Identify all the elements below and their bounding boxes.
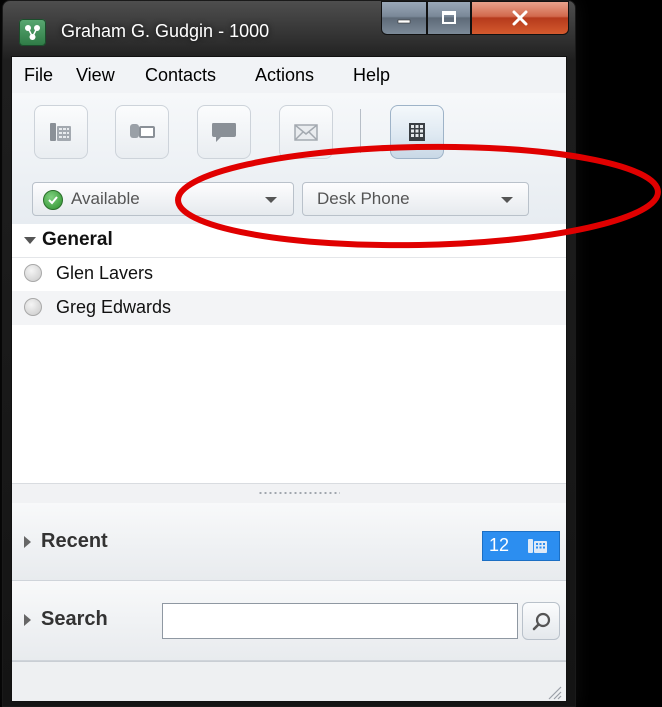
chat-icon xyxy=(212,123,236,142)
pane-splitter[interactable] xyxy=(12,483,566,505)
maximize-icon xyxy=(442,11,456,24)
expand-right-icon[interactable] xyxy=(24,614,31,626)
minimize-button[interactable] xyxy=(381,1,427,35)
contact-name: Greg Edwards xyxy=(56,297,172,317)
presence-offline-icon xyxy=(24,264,42,282)
toolbar-separator xyxy=(360,109,361,153)
drag-grip-icon xyxy=(258,492,340,494)
recent-count: 12 xyxy=(489,535,510,555)
chat-button[interactable] xyxy=(197,105,251,159)
menu-actions[interactable]: Actions xyxy=(255,65,314,86)
search-label: Search xyxy=(41,608,108,630)
search-button[interactable] xyxy=(522,602,560,640)
client-area: File View Contacts Actions Help Availabl… xyxy=(11,56,567,702)
status-bar xyxy=(12,661,566,701)
recent-label: Recent xyxy=(41,530,108,552)
recent-calls-badge[interactable]: 12 xyxy=(482,531,560,561)
group-label: General xyxy=(42,229,113,250)
toolbar: Available Desk Phone xyxy=(12,93,566,225)
phone-icon xyxy=(528,539,547,553)
minimize-icon xyxy=(397,19,411,24)
device-label: Desk Phone xyxy=(317,189,410,208)
video-button[interactable] xyxy=(115,105,169,159)
check-icon xyxy=(43,190,63,210)
search-icon xyxy=(532,612,551,631)
mail-icon xyxy=(294,124,318,141)
expand-right-icon xyxy=(24,536,31,548)
menu-bar: File View Contacts Actions Help xyxy=(12,57,566,94)
maximize-button[interactable] xyxy=(427,1,471,35)
title-bar[interactable]: Graham G. Gudgin - 1000 xyxy=(3,1,575,53)
menu-view[interactable]: View xyxy=(76,65,115,86)
chevron-down-icon xyxy=(501,197,513,203)
presence-status-label: Available xyxy=(71,189,140,208)
phone-icon xyxy=(50,123,71,141)
app-logo-icon xyxy=(19,19,46,46)
email-button[interactable] xyxy=(279,105,333,159)
dialpad-icon xyxy=(409,123,425,141)
device-dropdown[interactable]: Desk Phone xyxy=(302,182,529,216)
resize-grip-icon[interactable] xyxy=(546,684,562,700)
chevron-down-icon xyxy=(265,197,277,203)
video-icon xyxy=(130,124,155,138)
app-window: Graham G. Gudgin - 1000 File View Contac… xyxy=(2,0,576,707)
dialpad-button[interactable] xyxy=(390,105,444,159)
window-title: Graham G. Gudgin - 1000 xyxy=(61,21,270,41)
close-icon xyxy=(512,10,528,26)
menu-contacts[interactable]: Contacts xyxy=(145,65,216,86)
menu-help[interactable]: Help xyxy=(353,65,390,86)
close-button[interactable] xyxy=(471,1,569,35)
contact-row[interactable]: Glen Lavers xyxy=(12,257,566,291)
presence-status-dropdown[interactable]: Available xyxy=(32,182,294,216)
presence-offline-icon xyxy=(24,298,42,316)
expand-down-icon xyxy=(24,237,36,244)
search-input[interactable] xyxy=(162,603,518,639)
contact-name: Glen Lavers xyxy=(56,263,154,283)
menu-file[interactable]: File xyxy=(24,65,53,86)
contact-group-general[interactable]: General xyxy=(12,224,566,258)
call-button[interactable] xyxy=(34,105,88,159)
contact-row[interactable]: Greg Edwards xyxy=(12,291,566,325)
